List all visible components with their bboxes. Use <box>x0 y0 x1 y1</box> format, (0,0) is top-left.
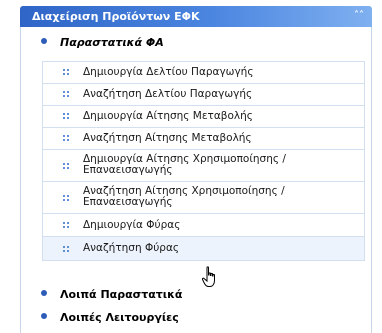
menu-item-search-waste[interactable]: Αναζήτηση Φύρας <box>42 236 365 261</box>
dotted-square-icon <box>63 246 69 252</box>
dotted-square-icon <box>63 69 69 75</box>
section-parastatika-fa[interactable]: Παραστατικά ΦΑ <box>20 33 370 55</box>
menu-item-search-usage-request[interactable]: Αναζήτηση Αίτησης Χρησιμοποίησης / Επανα… <box>42 181 365 213</box>
dotted-square-icon <box>63 222 69 228</box>
section-label: Παραστατικά ΦΑ <box>60 36 164 49</box>
menu-item-search-change-request[interactable]: Αναζήτηση Αίτησης Μεταβολής <box>42 127 365 149</box>
menu-item-label: Δημιουργία Δελτίου Παραγωγής <box>83 66 254 78</box>
dotted-square-icon <box>63 113 69 119</box>
double-chevron-up-icon[interactable]: ˄˄ <box>352 9 366 23</box>
menu-item-label: Δημιουργία Αίτησης Μεταβολής <box>83 110 253 122</box>
menu-item-label: Αναζήτηση Δελτίου Παραγωγής <box>83 88 253 100</box>
section-loipa-parastatika[interactable]: Λοιπά Παραστατικά <box>20 285 370 307</box>
bullet-icon <box>41 38 47 44</box>
panel-title: Διαχείριση Προϊόντων ΕΦΚ <box>32 10 200 23</box>
menu-item-create-production-slip[interactable]: Δημιουργία Δελτίου Παραγωγής <box>42 61 365 83</box>
dotted-square-icon <box>63 135 69 141</box>
menu-item-search-production-slip[interactable]: Αναζήτηση Δελτίου Παραγωγής <box>42 83 365 105</box>
menu-item-label: Δημιουργία Φύρας <box>83 219 181 231</box>
menu-item-label: Αναζήτηση Αίτησης Μεταβολής <box>83 132 252 144</box>
menu-item-label: Αναζήτηση Φύρας <box>83 242 180 254</box>
hand-pointer-icon <box>201 266 215 287</box>
dotted-square-icon <box>63 163 69 169</box>
bullet-icon <box>41 290 47 296</box>
section-label: Λοιπές Λειτουργίες <box>60 311 179 324</box>
section-label: Λοιπά Παραστατικά <box>60 288 183 301</box>
menu-item-label: Δημιουργία Αίτησης Χρησιμοποίησης / Επαν… <box>83 153 286 176</box>
section-loipes-leitourgies[interactable]: Λοιπές Λειτουργίες <box>20 308 370 330</box>
dotted-square-icon <box>63 91 69 97</box>
bullet-icon <box>41 313 47 319</box>
menu-item-label: Αναζήτηση Αίτησης Χρησιμοποίησης / Επανα… <box>83 185 285 208</box>
menu-panel: Διαχείριση Προϊόντων ΕΦΚ ˄˄ Παραστατικά … <box>0 0 382 333</box>
panel-header[interactable]: Διαχείριση Προϊόντων ΕΦΚ ˄˄ <box>20 6 372 27</box>
menu-item-create-usage-request[interactable]: Δημιουργία Αίτησης Χρησιμοποίησης / Επαν… <box>42 149 365 181</box>
menu-item-create-waste[interactable]: Δημιουργία Φύρας <box>42 213 365 236</box>
dotted-square-icon <box>63 195 69 201</box>
menu-item-create-change-request[interactable]: Δημιουργία Αίτησης Μεταβολής <box>42 105 365 127</box>
